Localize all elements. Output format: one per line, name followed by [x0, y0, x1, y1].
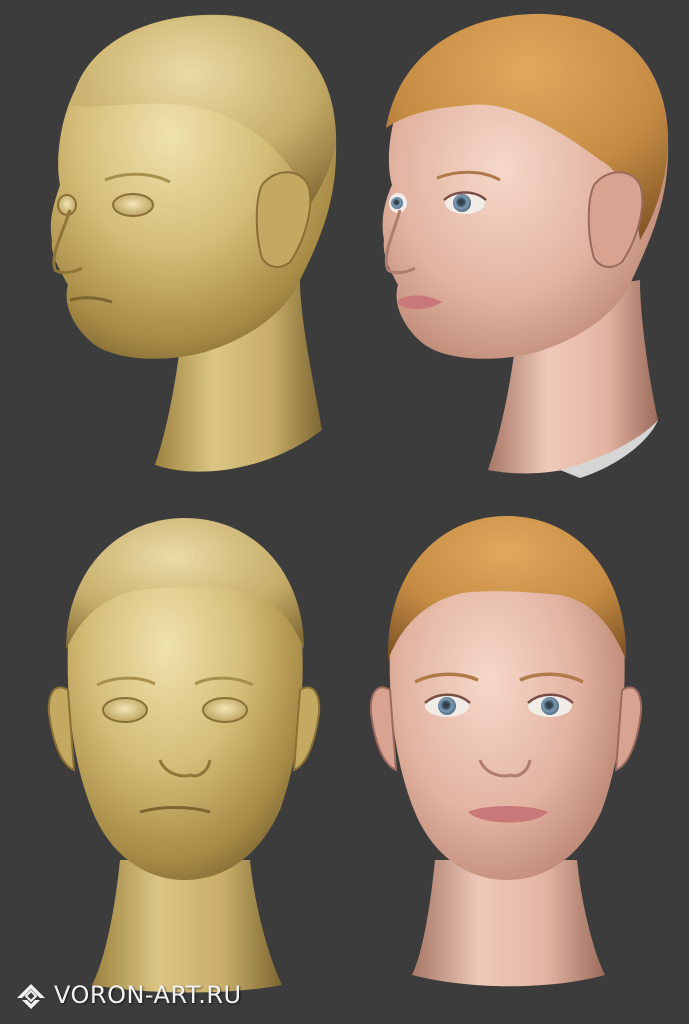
- eye-front-right-iris: [541, 697, 559, 715]
- voron-art-logo-icon: [17, 984, 45, 1009]
- watermark: VORON-ART.RU: [14, 978, 242, 1012]
- clay-eye-left: [112, 193, 154, 217]
- clay-eye-front-right: [202, 697, 248, 723]
- eye-right-iris: [391, 197, 403, 209]
- textured-head-three-quarter: [382, 13, 669, 478]
- clay-eye-right: [57, 194, 77, 216]
- textured-head-front: [369, 516, 643, 987]
- eye-left-iris: [453, 194, 471, 212]
- watermark-text: VORON-ART.RU: [54, 981, 242, 1009]
- render-canvas: [47, 13, 669, 993]
- clay-eye-front-left: [102, 697, 148, 723]
- eye-front-left-iris: [438, 697, 456, 715]
- clay-head-front: [47, 518, 321, 993]
- clay-head-three-quarter: [50, 14, 337, 472]
